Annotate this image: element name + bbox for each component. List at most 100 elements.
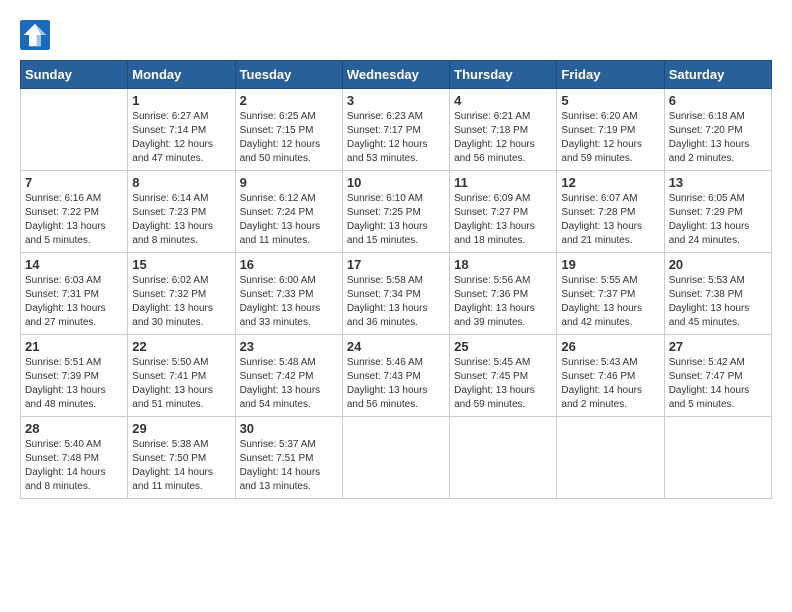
day-info: Sunrise: 5:53 AM Sunset: 7:38 PM Dayligh… [669,274,767,330]
calendar-week-row: 21Sunrise: 5:51 AM Sunset: 7:39 PM Dayli… [21,335,772,417]
calendar-cell: 4 Sunrise: 6:21 AM Sunset: 7:18 PM Daylig… [450,89,557,171]
calendar-cell: 2 Sunrise: 6:25 AM Sunset: 7:15 PM Daylig… [235,89,342,171]
day-info: Sunrise: 6:25 AM Sunset: 7:15 PM Dayligh… [240,110,338,166]
day-info: Sunrise: 5:51 AM Sunset: 7:39 PM Dayligh… [25,356,123,412]
day-number: 10 [347,175,445,190]
calendar-cell: 21Sunrise: 5:51 AM Sunset: 7:39 PM Dayli… [21,335,128,417]
calendar-cell: 10 Sunrise: 6:10 AM Sunset: 7:25 PM Dayli… [342,171,449,253]
day-number: 11 [454,175,552,190]
day-number: 20 [669,257,767,272]
day-info: Sunrise: 5:40 AM Sunset: 7:48 PM Dayligh… [25,438,123,494]
calendar-cell: 15 Sunrise: 6:02 AM Sunset: 7:32 PM Dayli… [128,253,235,335]
weekday-header: Thursday [450,61,557,89]
day-number: 16 [240,257,338,272]
calendar-cell [450,417,557,499]
weekday-header: Sunday [21,61,128,89]
day-info: Sunrise: 5:48 AM Sunset: 7:42 PM Dayligh… [240,356,338,412]
day-info: Sunrise: 5:43 AM Sunset: 7:46 PM Dayligh… [561,356,659,412]
calendar-cell: 22 Sunrise: 5:50 AM Sunset: 7:41 PM Dayli… [128,335,235,417]
day-number: 28 [25,421,123,436]
day-info: Sunrise: 6:23 AM Sunset: 7:17 PM Dayligh… [347,110,445,166]
day-number: 8 [132,175,230,190]
day-number: 15 [132,257,230,272]
calendar-cell [557,417,664,499]
day-info: Sunrise: 5:58 AM Sunset: 7:34 PM Dayligh… [347,274,445,330]
day-number: 2 [240,93,338,108]
calendar-cell: 29Sunrise: 5:38 AM Sunset: 7:50 PM Dayli… [128,417,235,499]
day-number: 4 [454,93,552,108]
calendar-cell: 3 Sunrise: 6:23 AM Sunset: 7:17 PM Daylig… [342,89,449,171]
day-info: Sunrise: 6:27 AM Sunset: 7:14 PM Dayligh… [132,110,230,166]
weekday-header: Friday [557,61,664,89]
day-info: Sunrise: 6:00 AM Sunset: 7:33 PM Dayligh… [240,274,338,330]
calendar-cell: 13Sunrise: 6:05 AM Sunset: 7:29 PM Dayli… [664,171,771,253]
day-info: Sunrise: 5:42 AM Sunset: 7:47 PM Dayligh… [669,356,767,412]
day-number: 27 [669,339,767,354]
day-number: 9 [240,175,338,190]
calendar-cell: 14 Sunrise: 6:03 AM Sunset: 7:31 PM Dayli… [21,253,128,335]
day-number: 1 [132,93,230,108]
day-number: 26 [561,339,659,354]
day-number: 7 [25,175,123,190]
day-info: Sunrise: 5:50 AM Sunset: 7:41 PM Dayligh… [132,356,230,412]
calendar-cell: 17Sunrise: 5:58 AM Sunset: 7:34 PM Dayli… [342,253,449,335]
day-number: 22 [132,339,230,354]
day-number: 14 [25,257,123,272]
weekday-header-row: SundayMondayTuesdayWednesdayThursdayFrid… [21,61,772,89]
day-info: Sunrise: 6:18 AM Sunset: 7:20 PM Dayligh… [669,110,767,166]
calendar-cell: 11 Sunrise: 6:09 AM Sunset: 7:27 PM Dayli… [450,171,557,253]
calendar-cell: 7Sunrise: 6:16 AM Sunset: 7:22 PM Daylig… [21,171,128,253]
day-info: Sunrise: 5:37 AM Sunset: 7:51 PM Dayligh… [240,438,338,494]
day-number: 25 [454,339,552,354]
day-number: 13 [669,175,767,190]
calendar-cell: 19 Sunrise: 5:55 AM Sunset: 7:37 PM Dayli… [557,253,664,335]
page-header [20,20,772,50]
calendar-week-row: 28 Sunrise: 5:40 AM Sunset: 7:48 PM Dayli… [21,417,772,499]
weekday-header: Wednesday [342,61,449,89]
calendar-cell [664,417,771,499]
calendar-cell: 9 Sunrise: 6:12 AM Sunset: 7:24 PM Daylig… [235,171,342,253]
day-info: Sunrise: 5:45 AM Sunset: 7:45 PM Dayligh… [454,356,552,412]
calendar-cell: 18Sunrise: 5:56 AM Sunset: 7:36 PM Dayli… [450,253,557,335]
day-info: Sunrise: 6:10 AM Sunset: 7:25 PM Dayligh… [347,192,445,248]
day-info: Sunrise: 6:07 AM Sunset: 7:28 PM Dayligh… [561,192,659,248]
calendar-cell: 28 Sunrise: 5:40 AM Sunset: 7:48 PM Dayli… [21,417,128,499]
calendar-cell: 30 Sunrise: 5:37 AM Sunset: 7:51 PM Dayli… [235,417,342,499]
day-number: 19 [561,257,659,272]
calendar-cell: 26 Sunrise: 5:43 AM Sunset: 7:46 PM Dayli… [557,335,664,417]
calendar-cell: 8 Sunrise: 6:14 AM Sunset: 7:23 PM Daylig… [128,171,235,253]
day-number: 5 [561,93,659,108]
day-number: 30 [240,421,338,436]
day-number: 6 [669,93,767,108]
day-number: 3 [347,93,445,108]
day-number: 18 [454,257,552,272]
day-info: Sunrise: 6:03 AM Sunset: 7:31 PM Dayligh… [25,274,123,330]
day-info: Sunrise: 6:09 AM Sunset: 7:27 PM Dayligh… [454,192,552,248]
calendar-cell: 20 Sunrise: 5:53 AM Sunset: 7:38 PM Dayli… [664,253,771,335]
day-info: Sunrise: 6:12 AM Sunset: 7:24 PM Dayligh… [240,192,338,248]
calendar-week-row: 1 Sunrise: 6:27 AM Sunset: 7:14 PM Daylig… [21,89,772,171]
calendar-cell: 25 Sunrise: 5:45 AM Sunset: 7:45 PM Dayli… [450,335,557,417]
day-number: 24 [347,339,445,354]
weekday-header: Monday [128,61,235,89]
calendar-week-row: 7Sunrise: 6:16 AM Sunset: 7:22 PM Daylig… [21,171,772,253]
calendar-cell: 6 Sunrise: 6:18 AM Sunset: 7:20 PM Daylig… [664,89,771,171]
day-info: Sunrise: 6:02 AM Sunset: 7:32 PM Dayligh… [132,274,230,330]
calendar-cell: 27 Sunrise: 5:42 AM Sunset: 7:47 PM Dayli… [664,335,771,417]
day-info: Sunrise: 6:21 AM Sunset: 7:18 PM Dayligh… [454,110,552,166]
calendar-table: SundayMondayTuesdayWednesdayThursdayFrid… [20,60,772,499]
calendar-cell: 5Sunrise: 6:20 AM Sunset: 7:19 PM Daylig… [557,89,664,171]
weekday-header: Tuesday [235,61,342,89]
day-info: Sunrise: 6:14 AM Sunset: 7:23 PM Dayligh… [132,192,230,248]
calendar-cell [21,89,128,171]
calendar-week-row: 14 Sunrise: 6:03 AM Sunset: 7:31 PM Dayli… [21,253,772,335]
day-info: Sunrise: 5:38 AM Sunset: 7:50 PM Dayligh… [132,438,230,494]
calendar-cell: 16 Sunrise: 6:00 AM Sunset: 7:33 PM Dayli… [235,253,342,335]
calendar-cell: 23Sunrise: 5:48 AM Sunset: 7:42 PM Dayli… [235,335,342,417]
calendar-cell: 12 Sunrise: 6:07 AM Sunset: 7:28 PM Dayli… [557,171,664,253]
day-info: Sunrise: 5:55 AM Sunset: 7:37 PM Dayligh… [561,274,659,330]
logo-icon [20,20,50,50]
day-info: Sunrise: 5:46 AM Sunset: 7:43 PM Dayligh… [347,356,445,412]
day-number: 12 [561,175,659,190]
calendar-cell: 24 Sunrise: 5:46 AM Sunset: 7:43 PM Dayli… [342,335,449,417]
